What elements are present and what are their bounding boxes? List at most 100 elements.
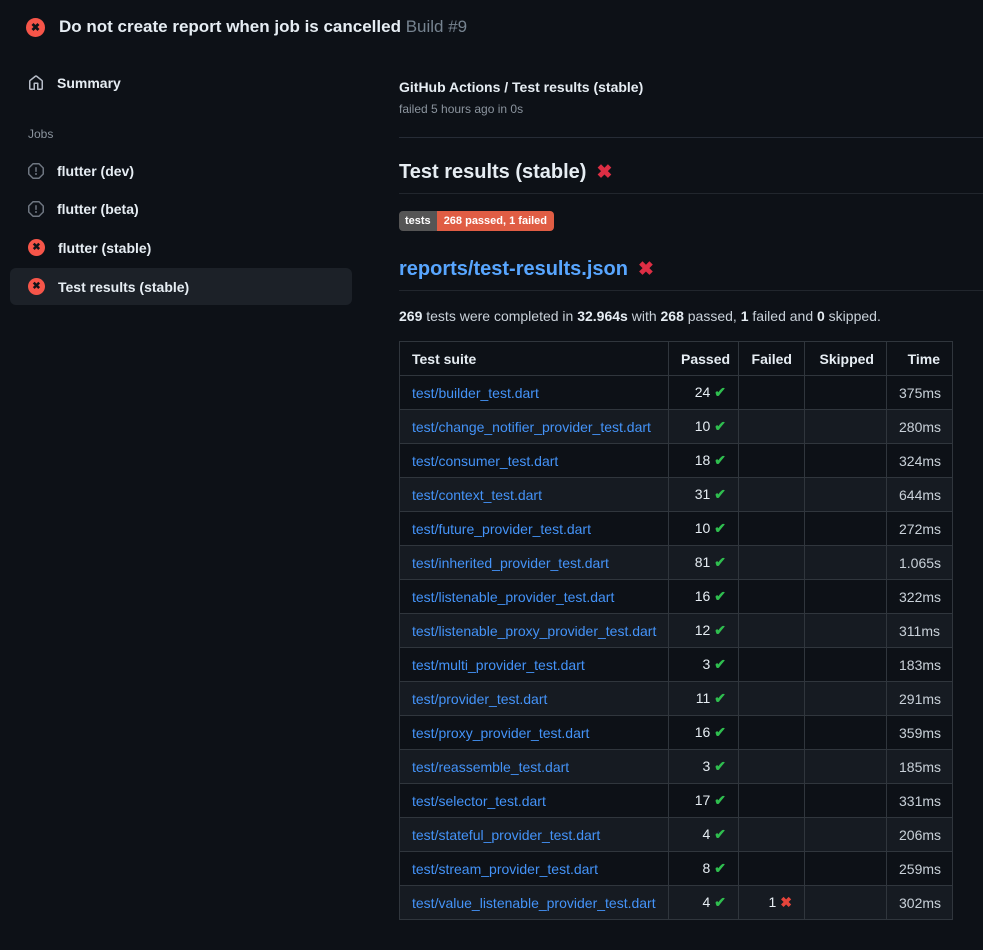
table-row: test/consumer_test.dart18✔324ms — [400, 444, 953, 478]
table-row: test/inherited_provider_test.dart81✔1.06… — [400, 546, 953, 580]
check-run-title: GitHub Actions / Test results (stable) — [399, 79, 983, 95]
test-suite-link[interactable]: test/builder_test.dart — [412, 385, 539, 401]
column-header-skipped: Skipped — [805, 342, 887, 376]
failed-cell — [739, 784, 805, 818]
check-icon: ✔ — [714, 724, 726, 740]
passed-cell-count: 17 — [695, 792, 711, 808]
passed-cell: 10✔ — [669, 410, 739, 444]
skipped-cell — [805, 410, 887, 444]
test-suite-link[interactable]: test/value_listenable_provider_test.dart — [412, 895, 656, 911]
test-suite-link[interactable]: test/reassemble_test.dart — [412, 759, 569, 775]
sidebar-item-flutter-stable[interactable]: ✖ flutter (stable) — [10, 229, 352, 266]
passed-cell-count: 3 — [702, 656, 710, 672]
table-row: test/multi_provider_test.dart3✔183ms — [400, 648, 953, 682]
failed-cell — [739, 818, 805, 852]
time-cell: 185ms — [887, 750, 953, 784]
page-title: Do not create report when job is cancell… — [59, 17, 467, 37]
summary-text: with — [628, 308, 661, 324]
page-header: ✖ Do not create report when job is cance… — [0, 0, 983, 49]
test-suite-cell: test/proxy_provider_test.dart — [400, 716, 669, 750]
passed-cell: 10✔ — [669, 512, 739, 546]
check-run-name: Do not create report when job is cancell… — [59, 17, 401, 36]
check-icon: ✔ — [714, 554, 726, 570]
skipped-cell — [805, 614, 887, 648]
failed-icon: ✖ — [28, 278, 45, 295]
test-suite-link[interactable]: test/selector_test.dart — [412, 793, 546, 809]
build-number: Build #9 — [406, 17, 467, 36]
table-row: test/provider_test.dart11✔291ms — [400, 682, 953, 716]
check-icon: ✔ — [714, 894, 726, 910]
table-row: test/stream_provider_test.dart8✔259ms — [400, 852, 953, 886]
test-suite-cell: test/listenable_proxy_provider_test.dart — [400, 614, 669, 648]
sidebar-summary-label: Summary — [57, 75, 121, 91]
passed-cell: 31✔ — [669, 478, 739, 512]
check-icon: ✔ — [714, 860, 726, 876]
failed-cell — [739, 750, 805, 784]
test-suite-link[interactable]: test/context_test.dart — [412, 487, 542, 503]
column-header-passed: Passed — [669, 342, 739, 376]
check-run-status-text: failed 5 hours ago in 0s — [399, 102, 983, 116]
passed-cell: 16✔ — [669, 716, 739, 750]
skipped-cell — [805, 478, 887, 512]
check-icon: ✔ — [714, 690, 726, 706]
summary-text: tests were completed in — [422, 308, 577, 324]
passed-cell: 17✔ — [669, 784, 739, 818]
check-icon: ✔ — [714, 622, 726, 638]
column-header-failed: Failed — [739, 342, 805, 376]
job-label: flutter (stable) — [58, 240, 151, 256]
test-suite-link[interactable]: test/consumer_test.dart — [412, 453, 558, 469]
passed-cell-count: 24 — [695, 384, 711, 400]
skipped-cell — [805, 648, 887, 682]
column-header-test-suite: Test suite — [400, 342, 669, 376]
failed-cell — [739, 648, 805, 682]
test-suite-link[interactable]: test/inherited_provider_test.dart — [412, 555, 609, 571]
report-file-link[interactable]: reports/test-results.json — [399, 258, 628, 281]
test-suite-link[interactable]: test/stateful_provider_test.dart — [412, 827, 600, 843]
test-suite-link[interactable]: test/provider_test.dart — [412, 691, 547, 707]
table-row: test/proxy_provider_test.dart16✔359ms — [400, 716, 953, 750]
test-suite-link[interactable]: test/change_notifier_provider_test.dart — [412, 419, 651, 435]
passed-cell: 81✔ — [669, 546, 739, 580]
passed-cell: 11✔ — [669, 682, 739, 716]
results-table-body: test/builder_test.dart24✔375mstest/chang… — [400, 376, 953, 920]
summary-number: 269 — [399, 308, 422, 324]
test-suite-link[interactable]: test/proxy_provider_test.dart — [412, 725, 589, 741]
sidebar-item-summary[interactable]: Summary — [10, 67, 352, 99]
sidebar-item-flutter-dev[interactable]: flutter (dev) — [10, 153, 352, 189]
test-suite-link[interactable]: test/multi_provider_test.dart — [412, 657, 585, 673]
skipped-cell — [805, 852, 887, 886]
test-suite-link[interactable]: test/stream_provider_test.dart — [412, 861, 598, 877]
time-cell: 272ms — [887, 512, 953, 546]
time-cell: 259ms — [887, 852, 953, 886]
sidebar-item-test-results-stable[interactable]: ✖ Test results (stable) — [10, 268, 352, 305]
check-icon: ✔ — [714, 758, 726, 774]
failed-cell — [739, 444, 805, 478]
failed-cell — [739, 580, 805, 614]
skipped-cell — [805, 444, 887, 478]
failed-cell — [739, 376, 805, 410]
test-suite-link[interactable]: test/future_provider_test.dart — [412, 521, 591, 537]
test-suite-cell: test/builder_test.dart — [400, 376, 669, 410]
passed-cell: 4✔ — [669, 818, 739, 852]
job-label: flutter (dev) — [57, 163, 134, 179]
table-row: test/listenable_provider_test.dart16✔322… — [400, 580, 953, 614]
test-suite-link[interactable]: test/listenable_proxy_provider_test.dart — [412, 623, 656, 639]
job-label: flutter (beta) — [57, 201, 139, 217]
section-heading-text: Test results (stable) — [399, 161, 586, 184]
time-cell: 311ms — [887, 614, 953, 648]
failed-cell — [739, 546, 805, 580]
skipped-cell — [805, 682, 887, 716]
badge-label: tests — [399, 211, 437, 231]
test-suite-link[interactable]: test/listenable_provider_test.dart — [412, 589, 614, 605]
cancelled-icon — [28, 201, 44, 217]
test-suite-cell: test/provider_test.dart — [400, 682, 669, 716]
passed-cell: 24✔ — [669, 376, 739, 410]
check-icon: ✔ — [714, 588, 726, 604]
sidebar-item-flutter-beta[interactable]: flutter (beta) — [10, 191, 352, 227]
test-suite-cell: test/inherited_provider_test.dart — [400, 546, 669, 580]
cross-mark-icon: ✖ — [596, 163, 612, 182]
passed-cell-count: 4 — [702, 826, 710, 842]
table-row: test/builder_test.dart 24✔ 375ms — [400, 376, 953, 410]
summary-text: skipped. — [825, 308, 881, 324]
time-cell: 375ms — [887, 376, 953, 410]
